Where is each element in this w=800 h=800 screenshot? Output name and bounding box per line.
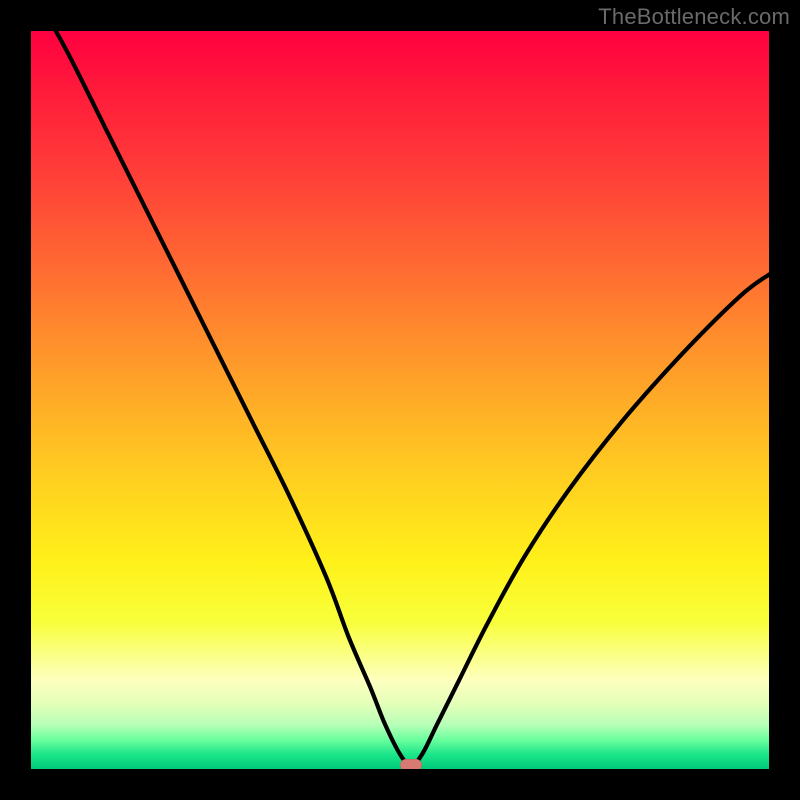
plot-area [31,31,769,769]
bottleneck-curve [31,31,769,769]
chart-frame: TheBottleneck.com [0,0,800,800]
optimal-point-marker [400,759,422,769]
watermark-text: TheBottleneck.com [598,4,790,30]
